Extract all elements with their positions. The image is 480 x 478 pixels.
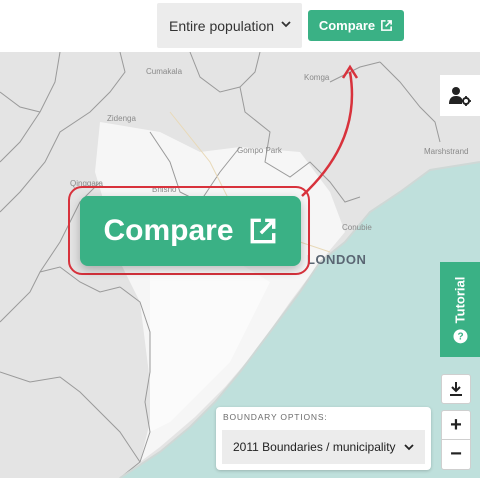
boundary-select-value: 2011 Boundaries / municipality (233, 440, 396, 454)
compare-callout-button[interactable]: Compare (80, 196, 301, 266)
boundary-options-title: BOUNDARY OPTIONS: (223, 412, 328, 422)
compare-callout-label: Compare (103, 214, 234, 247)
external-link-icon (381, 20, 393, 31)
compare-button[interactable]: Compare (308, 10, 404, 41)
zoom-in-button[interactable]: + (442, 411, 470, 440)
place-label: Komga (304, 73, 330, 82)
question-icon: ? (453, 328, 467, 343)
chevron-down-icon (404, 444, 414, 451)
user-settings-button[interactable] (440, 75, 480, 116)
download-icon (450, 382, 462, 396)
place-label: Marshstrand (424, 147, 469, 156)
chevron-down-icon (281, 21, 291, 28)
tutorial-tab[interactable]: ? Tutorial (440, 262, 480, 357)
tutorial-label: Tutorial (452, 276, 468, 323)
population-select[interactable]: Entire population (157, 3, 302, 48)
boundary-select[interactable]: 2011 Boundaries / municipality (222, 430, 425, 464)
top-bar: Entire population Compare (0, 0, 480, 52)
external-link-icon (250, 218, 275, 244)
place-label: Conubie (342, 223, 372, 232)
user-settings-icon (449, 86, 471, 106)
city-label: LONDON (307, 252, 367, 267)
place-label: Zidenga (107, 114, 136, 123)
population-select-value: Entire population (169, 17, 275, 34)
zoom-control: + − (441, 410, 471, 470)
boundary-options-panel: BOUNDARY OPTIONS: 2011 Boundaries / muni… (216, 407, 431, 470)
download-button[interactable] (441, 374, 471, 404)
place-label: Gompo Park (237, 146, 282, 155)
place-label: Cumakala (146, 67, 183, 76)
zoom-out-button[interactable]: − (442, 440, 470, 469)
compare-button-label: Compare (318, 18, 376, 33)
